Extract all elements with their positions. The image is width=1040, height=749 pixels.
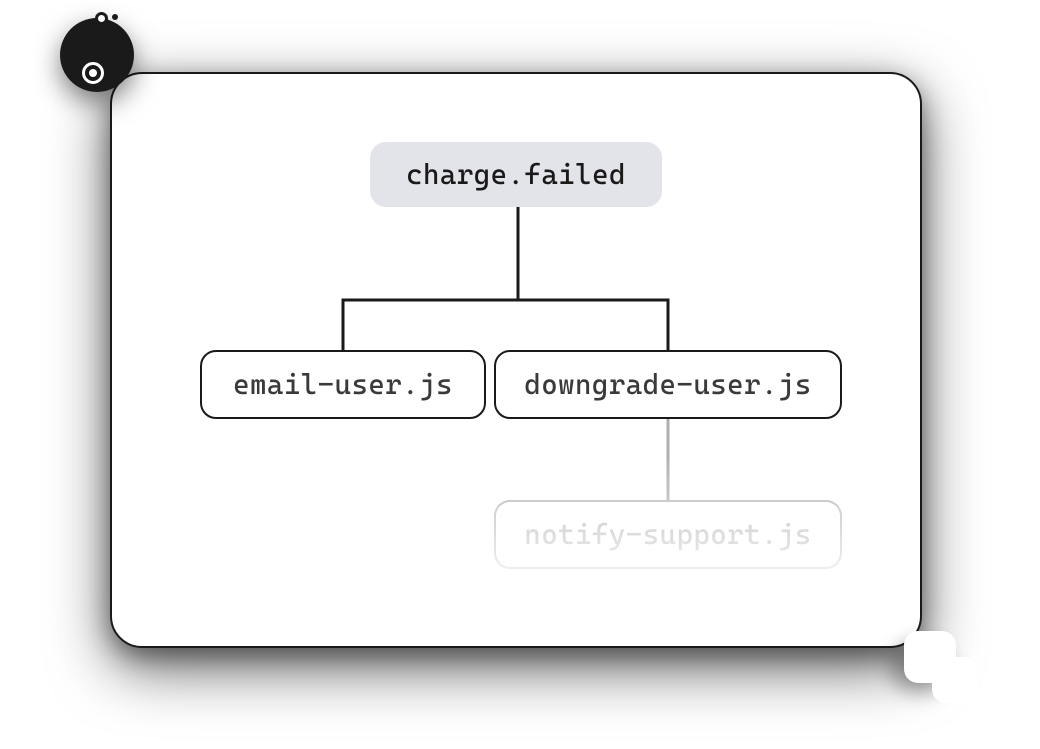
node-notify-support: notify-support.js [494,500,842,569]
node-notify-label: notify-support.js [524,518,811,551]
connector-root-to-children [112,74,924,354]
node-email-user: email-user.js [200,350,486,419]
circle-decoration-icon [60,12,142,94]
node-root-label: charge.failed [406,158,626,191]
node-email-label: email-user.js [233,368,453,401]
squares-decoration-icon [894,629,984,707]
node-downgrade-user: downgrade-user.js [494,350,842,419]
diagram-card: charge.failed email-user.js downgrade-us… [110,72,922,648]
node-downgrade-label: downgrade-user.js [524,368,811,401]
node-root-event: charge.failed [370,142,662,207]
